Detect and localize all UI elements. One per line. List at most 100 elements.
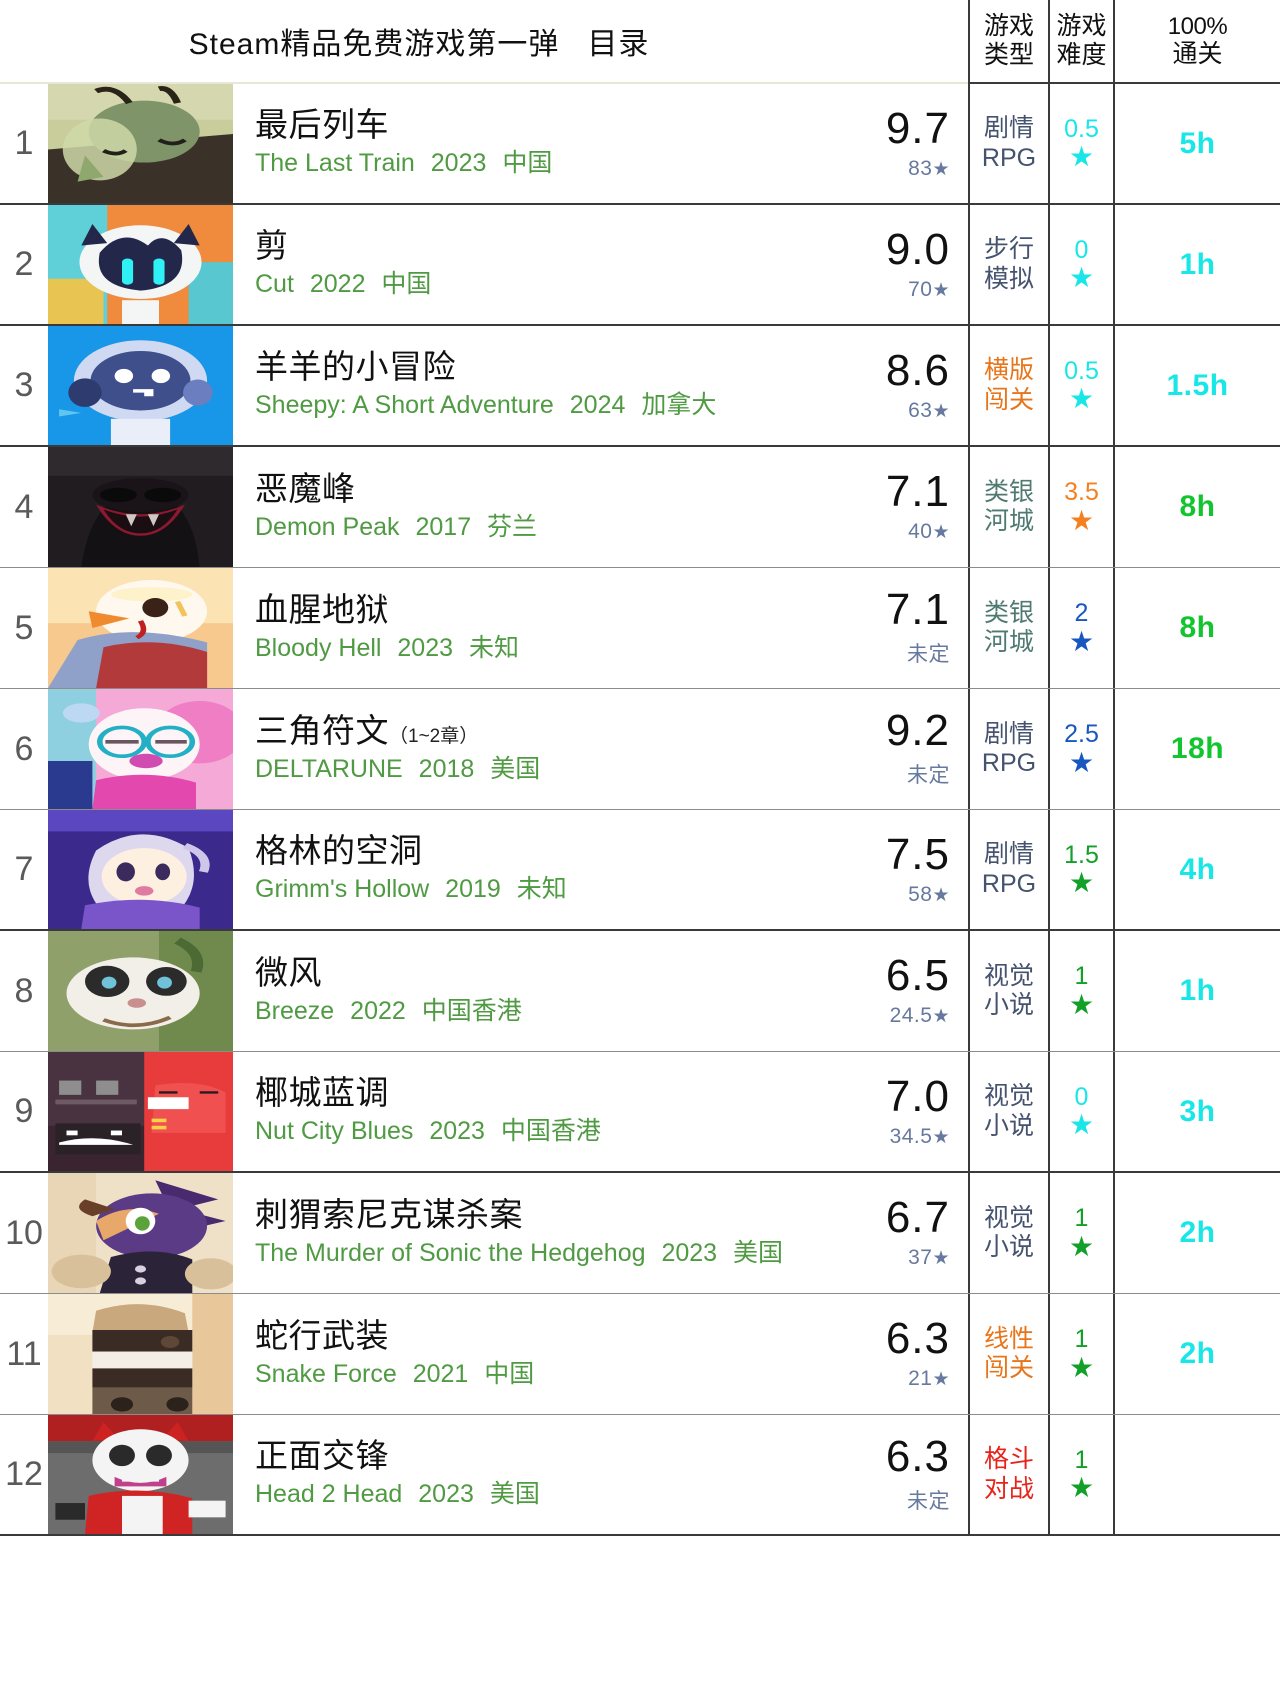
game-info: 最后列车 The Last Train 2023 中国 [233,84,798,203]
difficulty-star-icon: ★ [1068,141,1095,173]
game-type: 视觉 小说 [968,931,1048,1051]
game-difficulty: 0 ★ [1048,205,1113,324]
game-ranking-table: Steam精品免费游戏第一弹 目录 游戏 类型 游戏 难度 100% 通关 1 [0,0,1280,1693]
page-title-main: Steam精品免费游戏第一弹 [188,28,560,61]
rank-number: 8 [14,971,34,1010]
review-star-icon: ★ [932,158,950,180]
game-thumbnail[interactable] [48,1415,233,1534]
clear-time: 2h [1113,1294,1280,1414]
game-thumbnail[interactable] [48,1173,233,1293]
score-value: 6.5 [885,951,950,1000]
difficulty-star-icon: ★ [1068,1351,1095,1383]
score-value: 7.0 [885,1071,950,1121]
column-header-type-line2: 类型 [983,41,1034,69]
game-type-line1: 格斗 [983,1445,1034,1473]
clear-time: 2h [1113,1173,1280,1293]
difficulty-value: 1 [1074,1204,1089,1233]
clear-time: 8h [1113,568,1280,688]
table-row[interactable]: 3 羊羊的小冒险 Sheepy: A Short Adventure 2024 … [0,326,1280,447]
game-info: 恶魔峰 Demon Peak 2017 芬兰 [233,447,798,567]
review-star-icon: ★ [932,1248,950,1269]
game-thumbnail[interactable] [48,1294,233,1414]
game-type-line1: 视觉 [983,961,1034,990]
game-score: 8.6 63★ [798,326,968,445]
table-row[interactable]: 2 剪 Cut 2022 中国 9.0 70★ 步行 模拟 0 ★ 1h [0,205,1280,326]
difficulty-star-icon: ★ [1068,625,1095,657]
table-row[interactable]: 8 微风 Breeze 2022 中国香港 6.5 24.5★ 视觉 小说 1 … [0,931,1280,1052]
clear-time: 5h [1113,84,1280,203]
difficulty-value: 2 [1074,599,1089,628]
table-row[interactable]: 10 刺猬索尼克谋杀案 The Murder of Sonic the Hedg… [0,1173,1280,1294]
game-thumbnail[interactable] [48,689,233,809]
grimms-hollow-artwork [48,810,233,929]
review-count: 70★ [908,277,950,301]
sheepy-artwork [48,326,233,445]
game-difficulty: 1 ★ [1048,1173,1113,1293]
table-row[interactable]: 11 蛇行武装 Snake Force 2021 中国 6.3 21★ 线性 闯… [0,1294,1280,1415]
game-title-cn: 最后列车 [255,106,389,144]
rank-number: 11 [6,1334,42,1373]
game-difficulty: 0 ★ [1048,1052,1113,1171]
game-type-line1: 视觉 [983,1203,1034,1232]
difficulty-star-icon: ★ [1068,988,1095,1020]
game-info: 格林的空洞 Grimm's Hollow 2019 未知 [233,810,798,929]
table-row[interactable]: 6 三角符文（1~2章） DELTARUNE 2018 美国 9.2 未定 剧情 [0,689,1280,810]
game-thumbnail[interactable] [48,931,233,1051]
game-title-cn: 蛇行武装 [255,1316,389,1354]
score-value: 7.1 [885,467,950,516]
sonic-artwork [48,1173,233,1293]
game-title-cn: 格林的空洞 [255,832,423,870]
game-title-en: Nut City Blues 2023 中国香港 [255,1117,601,1146]
rank-number: 7 [14,850,34,888]
game-title-cn: 血腥地狱 [255,590,389,628]
game-thumbnail[interactable] [48,205,233,324]
score-value: 7.5 [885,829,950,879]
game-title-cn: 刺猬索尼克谋杀案 [255,1195,523,1233]
column-header-difficulty-line1: 游戏 [1056,12,1107,40]
table-row[interactable]: 7 格林的空洞 Grimm's Hollow 2019 未知 7.5 58★ 剧… [0,810,1280,931]
game-thumbnail[interactable] [48,326,233,445]
review-count: 未定 [907,1489,950,1513]
difficulty-value: 1 [1074,1445,1089,1474]
game-thumbnail[interactable] [48,568,233,688]
difficulty-value: 0 [1074,1082,1089,1111]
score-value: 6.7 [885,1193,950,1242]
game-difficulty: 0.5 ★ [1048,326,1113,445]
demon-peak-artwork [48,447,233,567]
game-type-line1: 步行 [983,235,1034,263]
table-body: 1 最后列车 The Last Train 2023 中国 9.7 83★ 剧情… [0,84,1280,1536]
game-difficulty: 1 ★ [1048,1294,1113,1414]
review-count: 未定 [907,643,950,666]
difficulty-star-icon: ★ [1068,867,1095,899]
clear-time: 4h [1113,810,1280,929]
game-score: 6.5 24.5★ [798,931,968,1051]
review-count: 40★ [908,520,950,543]
table-row[interactable]: 9 椰城蓝调 Nut City Blues 2023 中国香港 7.0 34.5… [0,1052,1280,1173]
column-header-type: 游戏 类型 [968,0,1048,82]
game-thumbnail[interactable] [48,1052,233,1171]
game-type: 横版 闯关 [968,326,1048,445]
review-star-icon: ★ [932,522,950,543]
game-type-line2: 河城 [983,628,1034,656]
game-difficulty: 2.5 ★ [1048,689,1113,809]
difficulty-star-icon: ★ [1068,746,1095,778]
score-value: 9.2 [885,706,950,755]
table-row[interactable]: 4 恶魔峰 Demon Peak 2017 芬兰 7.1 40★ 类银 河城 3… [0,447,1280,568]
game-score: 7.5 58★ [798,810,968,929]
game-title-cn: 椰城蓝调 [255,1074,389,1112]
game-thumbnail[interactable] [48,84,233,203]
game-type: 类银 河城 [968,447,1048,567]
game-score: 6.7 37★ [798,1173,968,1293]
table-row[interactable]: 1 最后列车 The Last Train 2023 中国 9.7 83★ 剧情… [0,84,1280,205]
game-thumbnail[interactable] [48,810,233,929]
review-count: 37★ [908,1246,950,1269]
game-info: 羊羊的小冒险 Sheepy: A Short Adventure 2024 加拿… [233,326,798,445]
game-thumbnail[interactable] [48,447,233,567]
clear-time: 3h [1113,1052,1280,1171]
game-title-cn: 三角符文（1~2章） [255,711,479,749]
table-row[interactable]: 5 血腥地狱 Bloody Hell 2023 未知 7.1 未定 类银 河城 [0,568,1280,689]
table-row[interactable]: 12 正面交锋 Head 2 Head 2023 美国 6.3 未定 格斗 对战… [0,1415,1280,1536]
game-score: 9.2 未定 [798,689,968,809]
review-star-icon: ★ [932,1369,950,1390]
game-type-line1: 剧情 [983,719,1034,748]
